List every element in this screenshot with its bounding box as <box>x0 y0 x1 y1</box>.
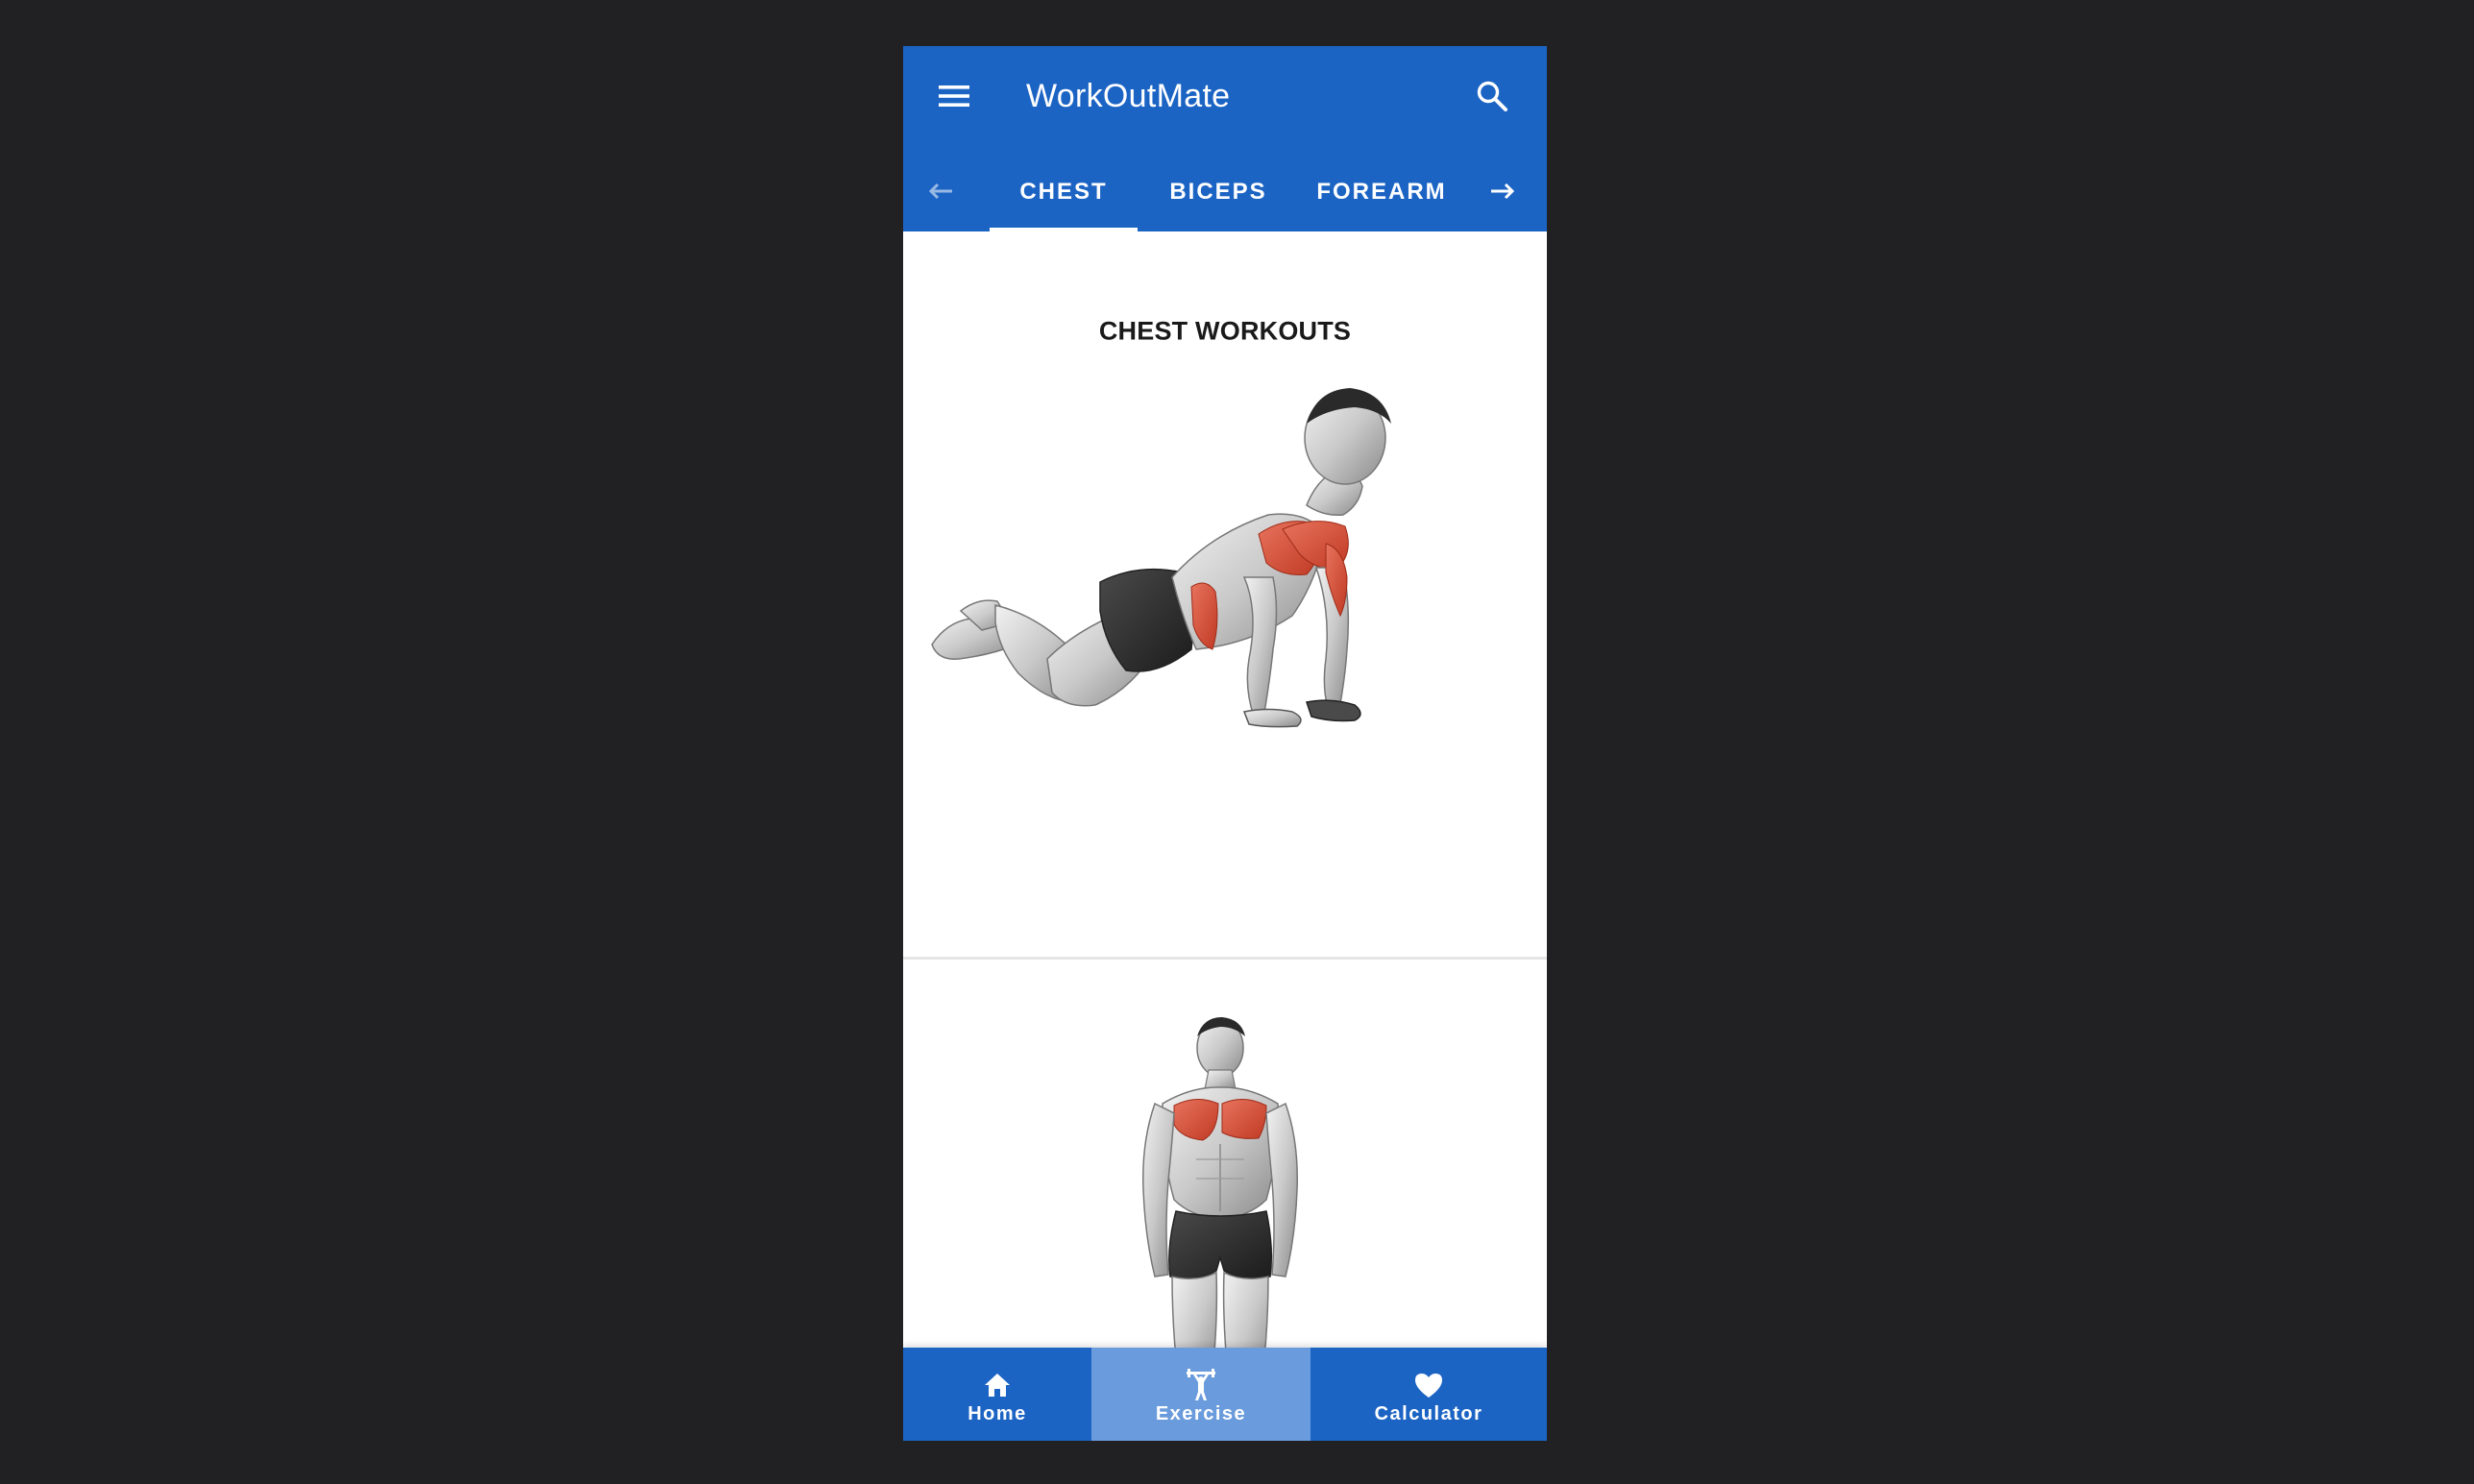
tab-scroll-right-button[interactable] <box>1477 165 1529 217</box>
tab-forearm[interactable]: FOREARM <box>1305 152 1458 231</box>
category-tabs: CHEST BICEPS FOREARM <box>903 152 1547 231</box>
standing-chest-illustration <box>1142 1017 1298 1395</box>
nav-home-label: Home <box>968 1403 1027 1424</box>
phone-screen: WorkOutMate CHEST BICEPS FOREARM CHEST W… <box>903 46 1547 1441</box>
heart-icon <box>1412 1369 1445 1401</box>
nav-calculator-label: Calculator <box>1374 1403 1483 1424</box>
arrow-left-icon <box>928 182 952 200</box>
menu-button[interactable] <box>930 72 978 120</box>
nav-exercise[interactable]: Exercise <box>1091 1348 1310 1441</box>
nav-calculator[interactable]: Calculator <box>1310 1348 1547 1441</box>
tab-chest[interactable]: CHEST <box>990 152 1138 231</box>
bottom-navigation: Home Exercise Calculator <box>903 1348 1547 1441</box>
app-bar: WorkOutMate CHEST BICEPS FOREARM <box>903 46 1547 231</box>
exercise-card[interactable] <box>903 960 1547 1395</box>
nav-home[interactable]: Home <box>903 1348 1091 1441</box>
section-title: CHEST WORKOUTS <box>1098 316 1352 346</box>
app-title: WorkOutMate <box>1026 78 1231 114</box>
nav-exercise-label: Exercise <box>1155 1403 1247 1424</box>
dumbbell-icon <box>1185 1369 1217 1401</box>
search-button[interactable] <box>1466 70 1518 122</box>
hamburger-menu-icon <box>939 85 969 107</box>
kneeling-push-up-illustration <box>931 388 1391 728</box>
search-icon <box>1477 81 1507 111</box>
toolbar: WorkOutMate <box>903 46 1547 152</box>
arrow-right-icon <box>1491 182 1515 200</box>
exercise-card[interactable] <box>903 371 1547 959</box>
tab-biceps[interactable]: BICEPS <box>1156 152 1281 231</box>
tab-scroll-left-button[interactable] <box>915 165 967 217</box>
home-icon <box>981 1369 1014 1401</box>
exercise-list: CHEST WORKOUTS <box>903 231 1547 1395</box>
